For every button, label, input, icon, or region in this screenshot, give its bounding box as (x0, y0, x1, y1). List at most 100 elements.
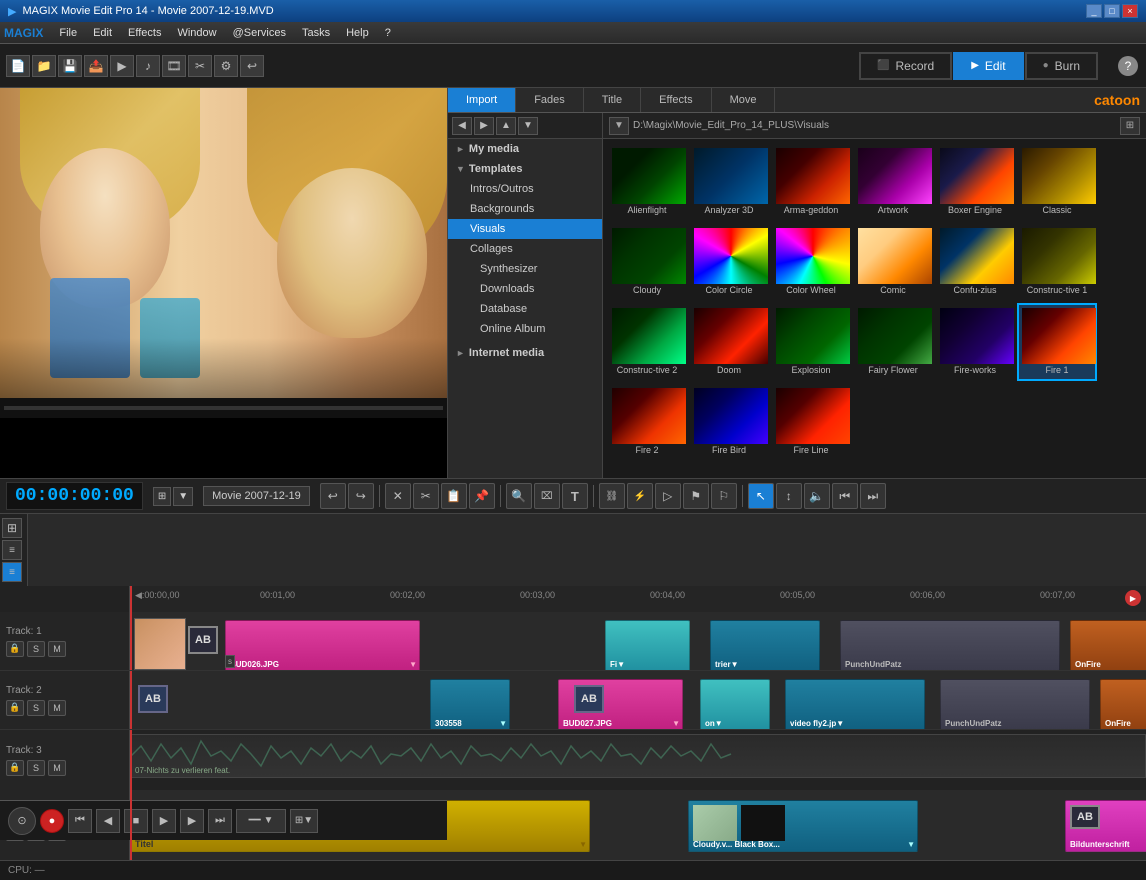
menu-help-icon[interactable]: ? (377, 25, 399, 41)
redo-button[interactable]: ↪ (348, 483, 374, 509)
menu-help[interactable]: Help (338, 25, 377, 41)
track2-mute[interactable]: M (48, 700, 66, 716)
track2-videofly[interactable]: video fly2.jp▼ (785, 679, 925, 729)
stop-btn[interactable]: ■ (124, 809, 148, 833)
record-button[interactable]: ⬛ Record (859, 52, 952, 80)
sidebar-backgrounds[interactable]: Backgrounds (448, 199, 602, 219)
sidebar-internet-media[interactable]: ► Internet media (448, 343, 602, 363)
menu-effects[interactable]: Effects (120, 25, 169, 41)
razor-button[interactable]: ⌧ (534, 483, 560, 509)
zoom-button[interactable]: 🔍 (506, 483, 532, 509)
side-grid-button[interactable]: ⊞ (2, 518, 22, 538)
unlink-button[interactable]: ⚡ (627, 483, 653, 509)
thumb-item-fire1[interactable]: Fire 1 (1017, 303, 1097, 381)
track1-onfire[interactable]: OnFire (1070, 620, 1146, 670)
track3-solo[interactable]: S (27, 760, 45, 776)
nav-dropdown[interactable]: ▼ (518, 117, 538, 135)
track2-on[interactable]: on▼ (700, 679, 770, 729)
thumb-item-colorcircle[interactable]: Color Circle (689, 223, 769, 301)
sidebar-synthesizer[interactable]: Synthesizer (448, 259, 602, 279)
side-menu-button[interactable]: ≡ (2, 540, 22, 560)
sidebar-intros[interactable]: Intros/Outros (448, 179, 602, 199)
text-button[interactable]: T (562, 483, 588, 509)
skip-end[interactable]: ⏭ (208, 809, 232, 833)
toolbar-icon-music[interactable]: ♪ (136, 55, 160, 77)
delete-button[interactable]: ✕ (385, 483, 411, 509)
sidebar-my-media[interactable]: ► My media (448, 139, 602, 159)
toolbar-icon-cut[interactable]: ✂ (188, 55, 212, 77)
track2-303558[interactable]: 303558 ▼ (430, 679, 510, 729)
thumb-item-colorwheel[interactable]: Color Wheel (771, 223, 851, 301)
track1-trier[interactable]: trier▼ (710, 620, 820, 670)
thumb-item-fireline[interactable]: Fire Line (771, 383, 851, 461)
track2-lock[interactable]: 🔒 (6, 700, 24, 716)
edit-button[interactable]: ▶ Edit (953, 52, 1023, 80)
thumb-item-armageddon[interactable]: Arma-geddon (771, 143, 851, 221)
track2-solo[interactable]: S (27, 700, 45, 716)
track1-mute[interactable]: M (48, 641, 66, 657)
marker-button[interactable]: ⚑ (683, 483, 709, 509)
tab-effects[interactable]: Effects (641, 88, 711, 112)
track4-cloudy[interactable]: Cloudy.v... Black Box... ▼ (688, 800, 918, 852)
menu-file[interactable]: File (51, 25, 85, 41)
sidebar-collages[interactable]: Collages (448, 239, 602, 259)
help-circle[interactable]: ? (1118, 56, 1138, 76)
thumb-item-doom[interactable]: Doom (689, 303, 769, 381)
sidebar-templates[interactable]: ▼ Templates (448, 159, 602, 179)
close-button[interactable]: × (1122, 4, 1138, 18)
track3-lock[interactable]: 🔒 (6, 760, 24, 776)
menu-tasks[interactable]: Tasks (294, 25, 338, 41)
back-button[interactable]: ◀ (452, 117, 472, 135)
forward-button[interactable]: ▶ (474, 117, 494, 135)
paste-button[interactable]: 📌 (469, 483, 495, 509)
menu-edit[interactable]: Edit (85, 25, 120, 41)
maximize-button[interactable]: □ (1104, 4, 1120, 18)
tab-move[interactable]: Move (712, 88, 776, 112)
select2-tool[interactable]: ↕ (776, 483, 802, 509)
toolbar-icon-settings[interactable]: ⚙ (214, 55, 238, 77)
thumb-item-cloudy[interactable]: Cloudy (607, 223, 687, 301)
cut-button[interactable]: ✂ (413, 483, 439, 509)
toolbar-icon-save[interactable]: 💾 (58, 55, 82, 77)
menu-window[interactable]: Window (169, 25, 224, 41)
preview-dropdown[interactable]: ⊙ (8, 807, 36, 835)
toolbar-icon-play[interactable]: ▶ (110, 55, 134, 77)
menu-services[interactable]: @Services (225, 25, 294, 41)
burn-button[interactable]: ● Burn (1025, 52, 1098, 80)
thumb-item-fairyflower[interactable]: Fairy Flower (853, 303, 933, 381)
sidebar-database[interactable]: Database (448, 299, 602, 319)
link-button[interactable]: ⛓ (599, 483, 625, 509)
thumb-item-alienflight[interactable]: Alienflight (607, 143, 687, 221)
track2-punch[interactable]: PunchUndPatz (940, 679, 1090, 729)
thumb-item-constructive1[interactable]: Construc-tive 1 (1017, 223, 1097, 301)
track1-punch[interactable]: PunchUndPatz (840, 620, 1060, 670)
view-toggle[interactable]: ⊞ (1120, 117, 1140, 135)
timecode-dropdown[interactable]: ▼ (173, 487, 193, 506)
thumb-item-fire2[interactable]: Fire 2 (607, 383, 687, 461)
prev-marker[interactable]: ⏮ (832, 483, 858, 509)
sidebar-downloads[interactable]: Downloads (448, 279, 602, 299)
play-btn[interactable]: ▶ (152, 809, 176, 833)
thumb-item-constructive2[interactable]: Construc-tive 2 (607, 303, 687, 381)
thumb-item-comic[interactable]: Comic (853, 223, 933, 301)
record-ctrl[interactable]: ● (40, 809, 64, 833)
track1-bud026[interactable]: BUD026.JPG ▼ (225, 620, 420, 670)
track1-cyan[interactable]: Fi▼ (605, 620, 690, 670)
track3-mute[interactable]: M (48, 760, 66, 776)
thumb-item-boxerengine[interactable]: Boxer Engine (935, 143, 1015, 221)
next-frame[interactable]: ▶ (180, 809, 204, 833)
toolbar-icon-new[interactable]: 📄 (6, 55, 30, 77)
toolbar-icon-open[interactable]: 📁 (32, 55, 56, 77)
thumb-item-artwork[interactable]: Artwork (853, 143, 933, 221)
toolbar-icon-arrow[interactable]: ↩ (240, 55, 264, 77)
output-select[interactable]: ━━ ▼ (236, 809, 286, 833)
tab-title[interactable]: Title (584, 88, 641, 112)
next-marker[interactable]: ⏭ (860, 483, 886, 509)
tab-fades[interactable]: Fades (516, 88, 584, 112)
thumb-item-classic[interactable]: Classic (1017, 143, 1097, 221)
split-button[interactable]: ▷ (655, 483, 681, 509)
thumb-item-explosion[interactable]: Explosion (771, 303, 851, 381)
up-button[interactable]: ▲ (496, 117, 516, 135)
track2-onfire[interactable]: OnFire (1100, 679, 1146, 729)
thumb-item-analyzer3d[interactable]: Analyzer 3D (689, 143, 769, 221)
